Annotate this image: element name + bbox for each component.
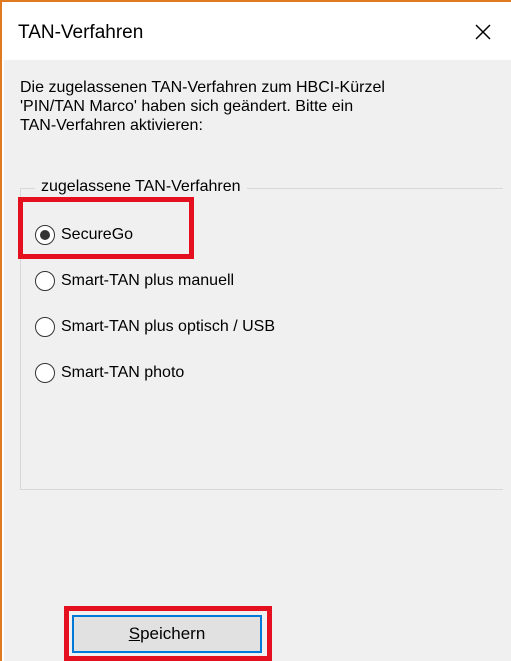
radio-label: Smart-TAN plus manuell: [61, 272, 235, 289]
close-icon: [475, 24, 491, 40]
save-button-label: peichern: [140, 624, 206, 643]
radio-smart-tan-photo[interactable]: Smart-TAN photo: [35, 360, 184, 386]
save-button-mnemonic: S: [128, 624, 141, 643]
description-text: Die zugelassenen TAN-Verfahren zum HBCI-…: [20, 79, 385, 134]
radio-button-icon: [35, 317, 55, 337]
radio-button-icon: [35, 363, 55, 383]
save-button[interactable]: Speichern: [72, 615, 262, 653]
radio-smart-tan-plus-optisch-usb[interactable]: Smart-TAN plus optisch / USB: [35, 314, 275, 340]
dialog-body: Die zugelassenen TAN-Verfahren zum HBCI-…: [4, 60, 511, 661]
radio-button-icon: [35, 225, 55, 245]
title-bar: TAN-Verfahren: [4, 4, 511, 60]
dialog-title: TAN-Verfahren: [18, 22, 144, 43]
radio-selected-dot: [40, 230, 50, 240]
radio-label: Smart-TAN plus optisch / USB: [61, 318, 275, 335]
group-label: zugelassene TAN-Verfahren: [35, 178, 247, 196]
tan-method-group: zugelassene TAN-Verfahren SecureGo Smart…: [20, 178, 503, 490]
radio-securego[interactable]: SecureGo: [35, 222, 133, 248]
radio-label: Smart-TAN photo: [61, 364, 185, 381]
radio-label: SecureGo: [61, 226, 134, 243]
radio-smart-tan-plus-manuell[interactable]: Smart-TAN plus manuell: [35, 268, 234, 294]
dialog-window: TAN-Verfahren Die zugelassenen TAN-Verfa…: [0, 0, 511, 661]
close-button[interactable]: [455, 4, 511, 60]
radio-button-icon: [35, 271, 55, 291]
